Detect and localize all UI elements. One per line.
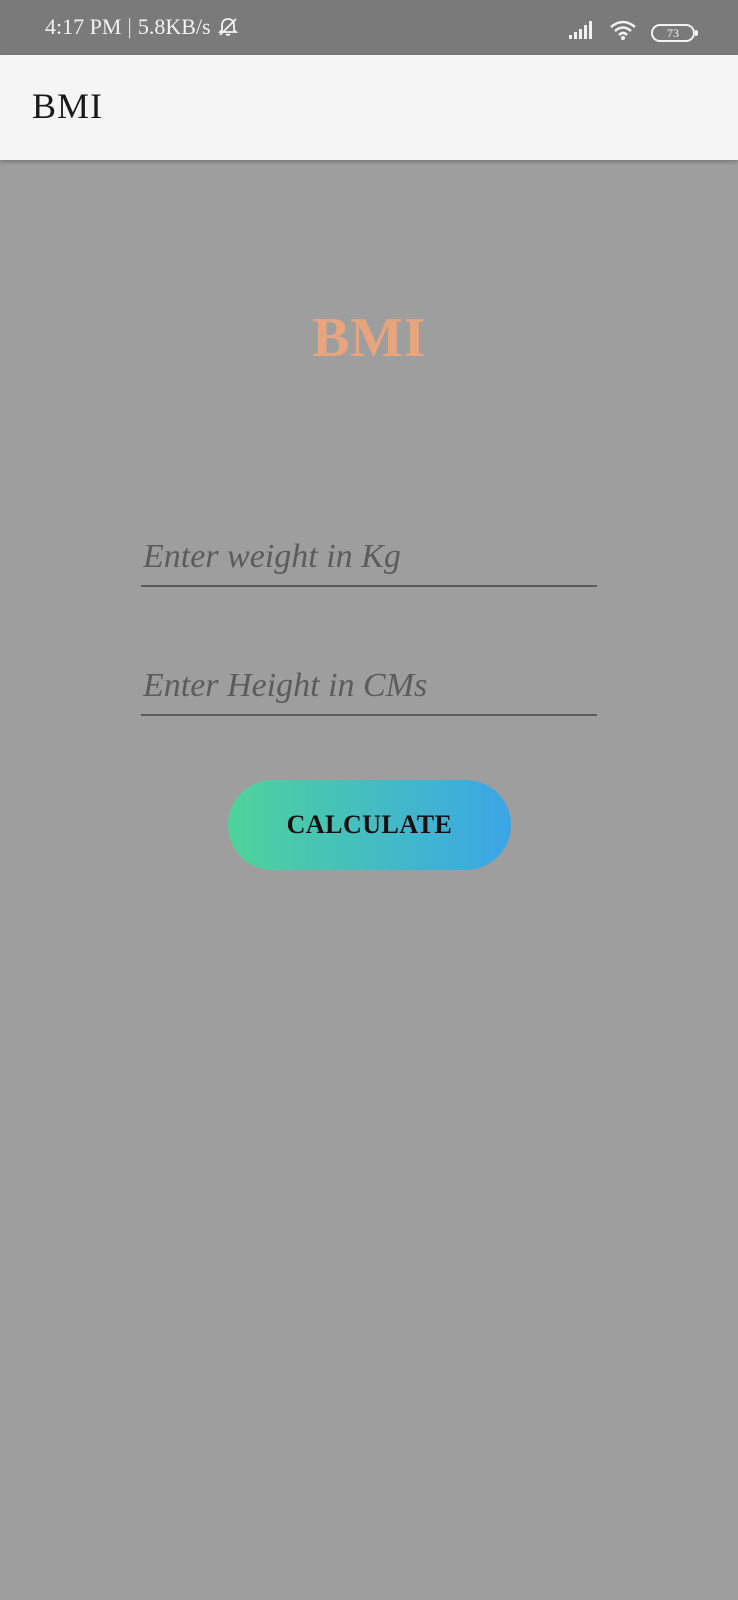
signal-icon	[569, 21, 595, 44]
status-right: 73	[569, 20, 698, 45]
weight-field	[141, 535, 597, 587]
page-heading: BMI	[312, 307, 426, 369]
status-separator: |	[127, 14, 132, 39]
height-input[interactable]	[141, 664, 597, 714]
status-bar: 4:17 PM | 5.8KB/s 73	[0, 0, 738, 55]
weight-input[interactable]	[141, 535, 597, 585]
height-field	[141, 664, 597, 716]
wifi-icon	[609, 20, 637, 45]
battery-icon: 73	[651, 23, 698, 42]
status-time: 4:17 PM	[45, 14, 122, 39]
network-speed: 5.8KB/s	[137, 14, 211, 39]
bell-off-icon	[217, 16, 239, 38]
status-left: 4:17 PM | 5.8KB/s	[45, 14, 239, 40]
calculate-button[interactable]: CALCULATE	[228, 780, 511, 870]
app-bar: BMI	[0, 55, 738, 160]
app-bar-title: BMI	[32, 86, 104, 126]
